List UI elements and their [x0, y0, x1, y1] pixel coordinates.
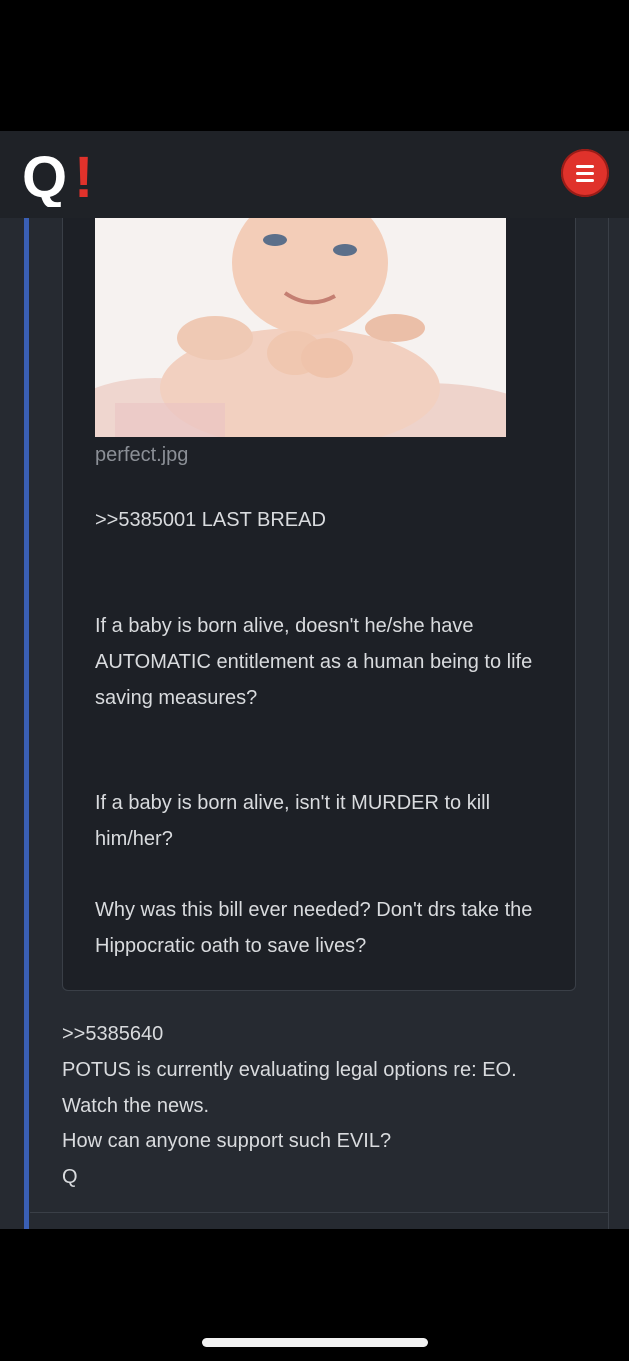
top-bar: Q !	[0, 131, 629, 219]
image-filename[interactable]: perfect.jpg	[95, 444, 188, 467]
hamburger-menu-icon	[576, 163, 594, 184]
svg-text:!: !	[74, 149, 93, 207]
svg-text:Q: Q	[22, 149, 67, 207]
baby-photo-icon	[95, 218, 506, 437]
quoted-paragraph-1: If a baby is born alive, doesn't he/she …	[95, 615, 533, 709]
q-logo[interactable]: Q !	[22, 149, 108, 207]
post-border	[608, 218, 609, 1229]
post-accent-rail	[24, 218, 29, 1229]
post-line-2: Watch the news.	[62, 1095, 210, 1117]
post-reference-link[interactable]: >>5385001 LAST BREAD	[95, 502, 555, 538]
post-signature: Q	[62, 1166, 78, 1188]
post-feed[interactable]: perfect.jpg >>5385001 LAST BREAD If a ba…	[0, 218, 629, 1229]
post-divider	[30, 1212, 608, 1213]
home-indicator[interactable]	[202, 1338, 428, 1347]
post-reference-link[interactable]: >>5385640	[62, 1016, 582, 1052]
quoted-paragraph-3: Why was this bill ever needed? Don't drs…	[95, 899, 533, 957]
quoted-paragraph-2: If a baby is born alive, isn't it MURDER…	[95, 792, 491, 850]
post-line-1: POTUS is currently evaluating legal opti…	[62, 1059, 517, 1081]
post-image[interactable]	[95, 218, 506, 437]
menu-button[interactable]	[561, 149, 609, 197]
post-line-3: How can anyone support such EVIL?	[62, 1130, 392, 1152]
